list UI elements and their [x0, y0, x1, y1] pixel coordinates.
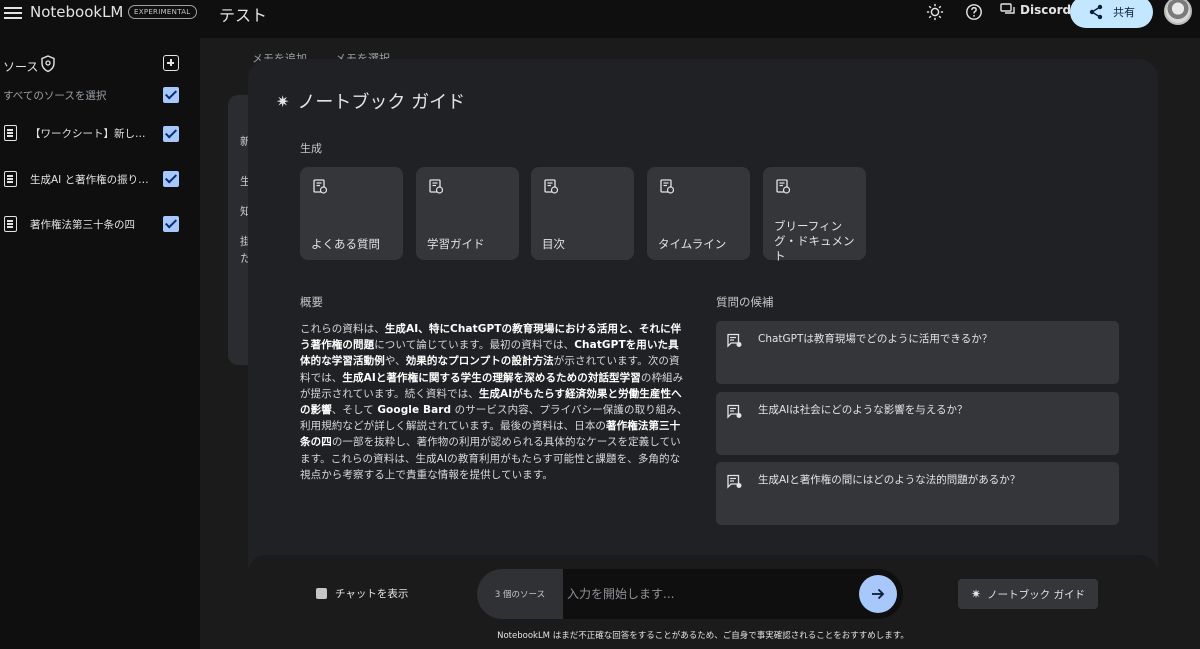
- source-label: 著作権法第三十条の四: [30, 219, 135, 231]
- sources-sidebar: ソース すべてのソースを選択 【ワークシート】新し… 生成AI と著作権の振り……: [0, 38, 200, 649]
- chat-input-wrapper: 3 個のソース: [477, 569, 903, 619]
- summary-text-run: について論じています。最初の資料では、: [374, 339, 575, 352]
- notebook-guide-label: ノートブック ガイド: [987, 588, 1085, 601]
- summary-text: これらの資料は、生成AI、特にChatGPTの教育現場における活用と、それに伴う…: [300, 321, 688, 483]
- timeline-label: タイムライン: [658, 237, 727, 251]
- timeline-button[interactable]: タイムライン: [647, 167, 750, 260]
- suggested-question[interactable]: 生成AIと著作権の間にはどのような法的問題があるか？: [716, 462, 1119, 525]
- suggested-questions-title: 質問の候補: [716, 295, 774, 309]
- sparkle-icon: ✷: [971, 587, 982, 601]
- note-add-icon: [660, 179, 674, 194]
- show-chat-label: チャットを表示: [335, 588, 409, 600]
- toc-label: 目次: [542, 237, 565, 251]
- share-label: 共有: [1113, 6, 1135, 19]
- study-guide-label: 学習ガイド: [427, 237, 485, 251]
- document-icon: [4, 125, 17, 141]
- note-add-icon: [776, 179, 790, 194]
- discord-link[interactable]: Discord: [1000, 3, 1071, 17]
- experimental-badge: EXPERIMENTAL: [128, 5, 197, 19]
- source-label: 生成AI と著作権の振り…: [30, 174, 149, 186]
- toc-button[interactable]: 目次: [531, 167, 634, 260]
- notebook-title[interactable]: テスト: [219, 2, 267, 26]
- generate-label: 生成: [300, 142, 322, 155]
- summary-bold-text: 効果的なプロンプトの設計方法: [405, 355, 554, 368]
- disclaimer: NotebookLM はまだ不正確な回答をすることがあるため、ご自身で事実確認さ…: [497, 631, 909, 641]
- chat-bubble-icon: [727, 474, 742, 489]
- source-checkbox[interactable]: [163, 126, 179, 142]
- app-logo[interactable]: NotebookLM: [30, 3, 123, 21]
- source-item[interactable]: 生成AI と著作権の振り…: [0, 170, 160, 192]
- summary-text-run: 、そして: [331, 404, 378, 417]
- select-all-checkbox[interactable]: [163, 87, 179, 103]
- discord-label: Discord: [1020, 3, 1072, 17]
- question-text: ChatGPTは教育現場でどのように活用できるか？: [758, 333, 993, 345]
- source-checkbox[interactable]: [163, 216, 179, 232]
- faq-label: よくある質問: [311, 237, 380, 251]
- study-guide-button[interactable]: 学習ガイド: [416, 167, 519, 260]
- select-all-label: すべてのソースを選択: [3, 90, 107, 102]
- add-source-button[interactable]: [163, 55, 179, 71]
- summary-bold-text: 生成AIと著作権に関する学生の理解を深めるための対話型学習: [342, 371, 641, 384]
- question-text: 生成AIと著作権の間にはどのような法的問題があるか？: [758, 474, 1021, 486]
- note-add-icon: [429, 179, 443, 194]
- theme-toggle-icon[interactable]: [926, 3, 944, 21]
- source-count-chip[interactable]: 3 個のソース: [477, 569, 563, 619]
- avatar[interactable]: [1164, 0, 1192, 25]
- note-add-icon: [313, 179, 327, 194]
- sources-heading: ソース: [3, 60, 39, 74]
- source-item[interactable]: 著作権法第三十条の四: [0, 215, 160, 237]
- source-checkbox[interactable]: [163, 171, 179, 187]
- menu-icon[interactable]: [4, 5, 22, 21]
- briefing-doc-button[interactable]: ブリーフィング・ドキュメント: [763, 167, 866, 263]
- question-text: 生成AIは社会にどのような影響を与えるか？: [758, 404, 968, 416]
- chat-input[interactable]: [567, 581, 847, 607]
- summary-text-run: これらの資料は、: [300, 323, 385, 335]
- source-item[interactable]: 【ワークシート】新し…: [0, 124, 160, 146]
- document-icon: [4, 171, 17, 187]
- briefing-doc-label: ブリーフィング・ドキュメント: [774, 219, 855, 263]
- notebook-guide-button[interactable]: ✷ ノートブック ガイド: [958, 579, 1098, 609]
- share-button[interactable]: 共有: [1070, 0, 1153, 28]
- suggested-question[interactable]: ChatGPTは教育現場でどのように活用できるか？: [716, 321, 1119, 384]
- pdf-icon: [4, 216, 17, 232]
- shield-icon[interactable]: [40, 55, 56, 73]
- note-add-icon: [544, 179, 558, 194]
- guide-title: ノートブック ガイド: [297, 92, 466, 113]
- sparkle-icon: ✷: [276, 91, 290, 111]
- summary-text-run: の一部を抜粋し、著作物の利用が認められる具体的なケースを定義しています。これらの…: [300, 436, 681, 481]
- show-chat-button[interactable]: チャットを表示: [316, 586, 408, 601]
- top-bar: NotebookLM EXPERIMENTAL テスト Discord 共有: [0, 0, 1200, 38]
- summary-title: 概要: [300, 295, 323, 309]
- summary-text-run: や、: [384, 355, 406, 368]
- chat-bubble-icon: [727, 333, 742, 348]
- guide-header: ✷ ノートブック ガイド: [276, 88, 465, 114]
- suggested-question[interactable]: 生成AIは社会にどのような影響を与えるか？: [716, 392, 1119, 455]
- chat-bubble-icon: [727, 404, 742, 419]
- help-icon[interactable]: [965, 3, 983, 21]
- share-icon: [1089, 4, 1103, 20]
- source-label: 【ワークシート】新し…: [30, 128, 146, 140]
- chat-icon: [316, 588, 327, 599]
- discord-icon: [1000, 3, 1015, 14]
- send-button[interactable]: [859, 575, 897, 613]
- arrow-right-icon: [872, 588, 885, 600]
- summary-bold-text: Google Bard: [377, 404, 452, 417]
- faq-button[interactable]: よくある質問: [300, 167, 403, 260]
